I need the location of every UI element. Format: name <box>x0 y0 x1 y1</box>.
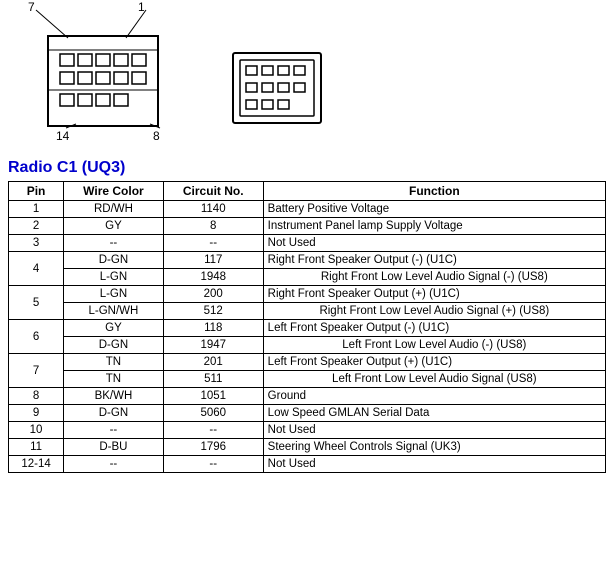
header-wire: Wire Color <box>64 182 164 201</box>
table-row: 3----Not Used <box>9 235 606 252</box>
table-row: 11D-BU1796Steering Wheel Controls Signal… <box>9 439 606 456</box>
pin-table: Pin Wire Color Circuit No. Function 1RD/… <box>8 181 606 473</box>
table-row: D-GN1947Left Front Low Level Audio (-) (… <box>9 337 606 354</box>
connector-left-svg: 14 8 <box>8 8 198 153</box>
table-row: 12-14----Not Used <box>9 456 606 473</box>
table-row: L-GN/WH512Right Front Low Level Audio Si… <box>9 303 606 320</box>
label-1: 1 <box>138 0 145 14</box>
connector-right-svg <box>228 48 328 138</box>
section-title: Radio C1 (UQ3) <box>8 159 606 177</box>
header-function: Function <box>263 182 605 201</box>
svg-text:14: 14 <box>56 129 70 143</box>
table-row: TN511Left Front Low Level Audio Signal (… <box>9 371 606 388</box>
label-7: 7 <box>28 0 35 14</box>
table-row: 2GY8Instrument Panel lamp Supply Voltage <box>9 218 606 235</box>
svg-text:8: 8 <box>153 129 160 143</box>
header-circuit: Circuit No. <box>163 182 263 201</box>
header-pin: Pin <box>9 182 64 201</box>
table-row: 1RD/WH1140Battery Positive Voltage <box>9 201 606 218</box>
table-row: 6GY118Left Front Speaker Output (-) (U1C… <box>9 320 606 337</box>
table-row: L-GN1948Right Front Low Level Audio Sign… <box>9 269 606 286</box>
table-row: 4D-GN117Right Front Speaker Output (-) (… <box>9 252 606 269</box>
table-row: 8BK/WH1051Ground <box>9 388 606 405</box>
table-row: 5L-GN200Right Front Speaker Output (+) (… <box>9 286 606 303</box>
table-row: 9D-GN5060Low Speed GMLAN Serial Data <box>9 405 606 422</box>
diagram-area: 7 1 <box>8 8 606 153</box>
table-row: 10----Not Used <box>9 422 606 439</box>
table-row: 7TN201Left Front Speaker Output (+) (U1C… <box>9 354 606 371</box>
